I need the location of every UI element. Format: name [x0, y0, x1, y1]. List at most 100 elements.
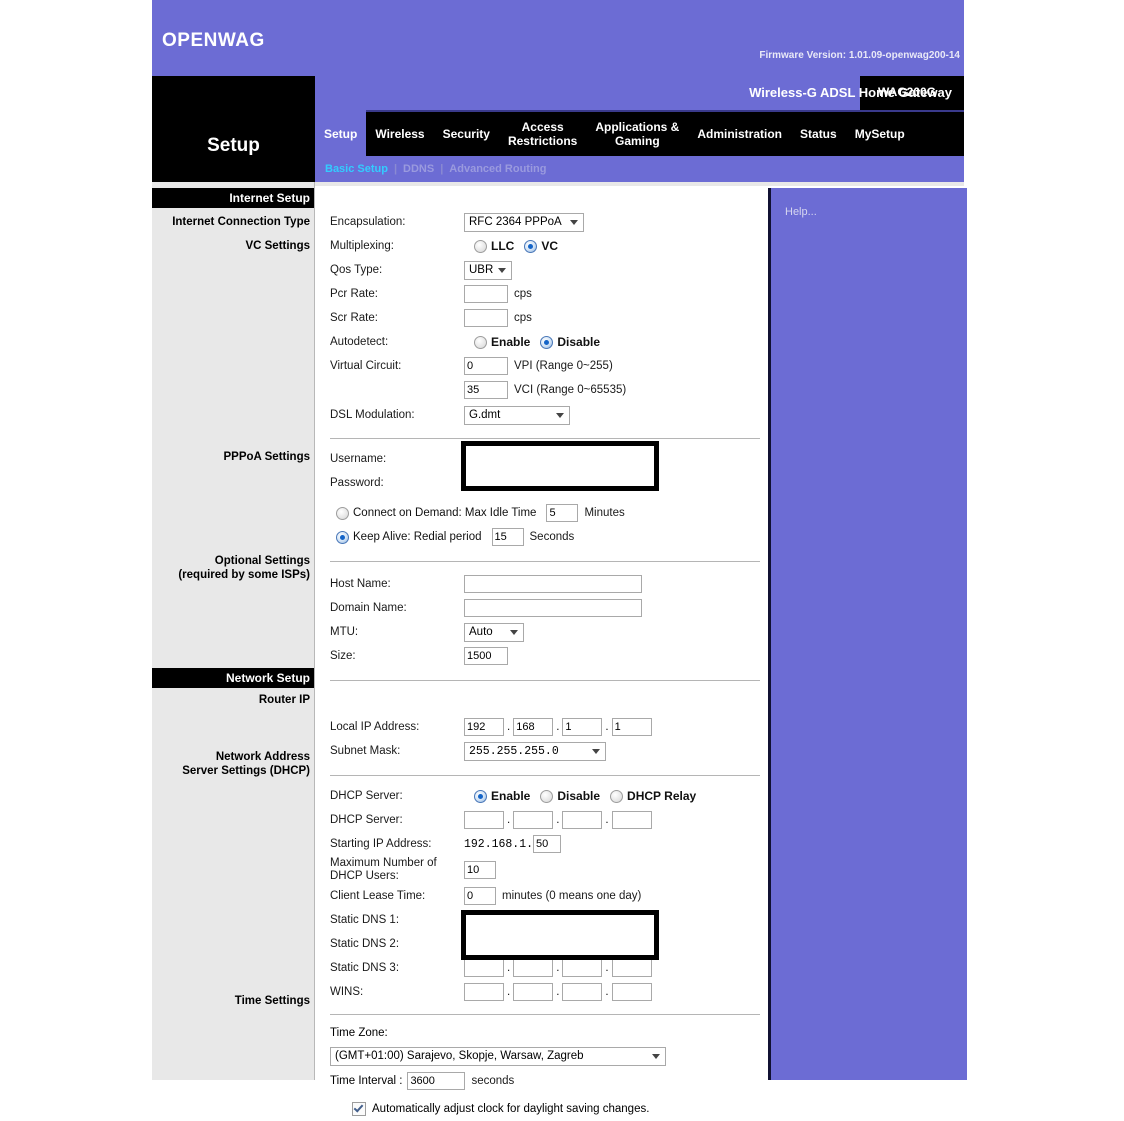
radio-dhcp-relay[interactable]: DHCP Relay [610, 789, 696, 803]
static-dns3-octet-4[interactable] [611, 959, 652, 977]
subnav-item-ddns[interactable]: DDNS [397, 163, 440, 175]
dhcp-group: DHCP Server: Enable Disable DHCP Relay D… [330, 776, 760, 1004]
radio-dhcp-disable[interactable]: Disable [540, 789, 600, 803]
sidebar-item-network-address: Network Address Server Settings (DHCP) [182, 751, 310, 778]
wins-octet-4[interactable] [611, 983, 652, 1001]
time-interval-input[interactable] [407, 1072, 466, 1090]
client-lease-time-input[interactable] [464, 887, 496, 905]
starting-ip-input[interactable] [533, 835, 562, 853]
sidebar-item-pppoa-settings: PPPoA Settings [223, 451, 310, 463]
static-dns3-octet-1[interactable] [464, 959, 504, 977]
size-input[interactable] [464, 647, 508, 665]
help-text[interactable]: Help... [771, 188, 967, 218]
label-static-dns-3: Static DNS 3: [330, 962, 400, 974]
tab-access-restrictions[interactable]: Access Restrictions [498, 112, 587, 158]
radio-dot-icon [474, 335, 487, 349]
row-time-zone-select: (GMT+01:00) Sarajevo, Skopje, Warsaw, Za… [330, 1043, 760, 1069]
subnav-item-basic-setup[interactable]: Basic Setup [319, 163, 394, 175]
label-static-dns-2: Static DNS 2: [330, 938, 400, 950]
tab-mysetup[interactable]: MySetup [845, 112, 914, 158]
dhcp-relay-octet-2[interactable] [513, 811, 554, 829]
tab-area: Setup Wireless Security Access Restrictions… [315, 110, 964, 182]
scr-rate-input[interactable] [464, 309, 508, 327]
label-multiplexing: Multiplexing: [330, 240, 394, 252]
row-daylight-saving: Automatically adjust clock for daylight … [330, 1097, 760, 1121]
label-encapsulation: Encapsulation: [330, 216, 406, 228]
label-pcr-rate: Pcr Rate: [330, 288, 378, 300]
local-ip-octet-2[interactable] [513, 718, 554, 736]
row-time-zone-label: Time Zone: [330, 1023, 760, 1043]
dhcp-relay-octet-3[interactable] [562, 811, 603, 829]
dsl-modulation-select[interactable]: G.dmt [464, 405, 570, 425]
static-dns3-octet-3[interactable] [562, 959, 603, 977]
router-ip-group: Local IP Address: . . . Subnet Mask: 255… [330, 681, 760, 763]
vpi-hint: VPI (Range 0~255) [514, 360, 613, 372]
local-ip-octet-4[interactable] [611, 718, 652, 736]
chevron-down-icon [498, 268, 506, 273]
row-scr-rate: Scr Rate: cps [330, 306, 760, 330]
label-scr-rate: Scr Rate: [330, 312, 378, 324]
radio-label-enable: Enable [491, 335, 531, 349]
radio-autodetect-disable[interactable]: Disable [540, 335, 600, 349]
vpi-input[interactable] [464, 357, 508, 375]
row-subnet-mask: Subnet Mask: 255.255.255.0 [330, 739, 760, 763]
encapsulation-select[interactable]: RFC 2364 PPPoA [464, 212, 584, 232]
radio-autodetect-enable[interactable]: Enable [474, 335, 530, 349]
ip-dot: . [507, 962, 511, 974]
row-client-lease-time: Client Lease Time: minutes (0 means one … [330, 884, 760, 908]
time-zone-value: (GMT+01:00) Sarajevo, Skopje, Warsaw, Za… [335, 1050, 584, 1062]
pcr-rate-input[interactable] [464, 285, 508, 303]
row-wins: WINS: . . . [330, 980, 760, 1004]
pcr-rate-unit: cps [514, 288, 532, 300]
chevron-down-icon [510, 630, 518, 635]
radio-multiplexing-llc[interactable]: LLC [474, 239, 514, 253]
radio-dhcp-enable[interactable]: Enable [474, 789, 530, 803]
chevron-down-icon [652, 1054, 660, 1059]
subnav-item-advanced-routing[interactable]: Advanced Routing [443, 163, 552, 175]
wins-octet-3[interactable] [562, 983, 603, 1001]
tab-wireless[interactable]: Wireless [366, 112, 434, 158]
mtu-select[interactable]: Auto [464, 622, 524, 642]
ip-dot: . [605, 814, 609, 826]
label-starting-ip: Starting IP Address: [330, 838, 432, 850]
subnet-mask-select[interactable]: 255.255.255.0 [464, 741, 606, 761]
max-idle-time-input[interactable] [546, 504, 579, 522]
row-local-ip: Local IP Address: . . . [330, 715, 760, 739]
label-static-dns-1: Static DNS 1: [330, 914, 400, 926]
local-ip-octet-3[interactable] [562, 718, 603, 736]
vci-input[interactable] [464, 381, 508, 399]
domain-name-input[interactable] [464, 599, 642, 617]
sidebar: Internet Setup Internet Connection Type … [152, 182, 315, 1080]
checkbox-checked-icon[interactable] [352, 1102, 366, 1116]
row-multiplexing: Multiplexing: LLC VC [330, 234, 760, 258]
pppoa-group: Username: Password: Connect on Demand: M… [330, 439, 760, 549]
sidebar-item-vc-settings: VC Settings [245, 240, 310, 252]
local-ip-octet-1[interactable] [464, 718, 504, 736]
radio-connect-on-demand[interactable]: Connect on Demand: Max Idle Time [336, 506, 536, 520]
wins-octet-2[interactable] [513, 983, 554, 1001]
daylight-saving-checkbox-wrap[interactable]: Automatically adjust clock for daylight … [352, 1102, 649, 1116]
host-name-input[interactable] [464, 575, 642, 593]
dsl-modulation-value: G.dmt [469, 409, 501, 421]
time-zone-select[interactable]: (GMT+01:00) Sarajevo, Skopje, Warsaw, Za… [330, 1046, 666, 1066]
dhcp-relay-octet-1[interactable] [464, 811, 504, 829]
radio-dot-icon [336, 506, 349, 520]
redial-period-input[interactable] [491, 528, 524, 546]
dhcp-relay-octet-4[interactable] [611, 811, 652, 829]
radio-label-llc: LLC [491, 239, 515, 253]
radio-multiplexing-vc[interactable]: VC [524, 239, 558, 253]
tab-administration[interactable]: Administration [688, 112, 792, 158]
qos-type-select[interactable]: UBR [464, 260, 512, 280]
starting-ip-prefix: 192.168.1. [464, 837, 534, 851]
max-dhcp-users-input[interactable] [464, 861, 496, 879]
row-size: Size: [330, 644, 760, 668]
wins-octet-1[interactable] [464, 983, 504, 1001]
ip-dot: . [556, 986, 560, 998]
product-title-bar: Wireless-G ADSL Home Gateway WAG200G [152, 76, 964, 110]
tab-applications-gaming[interactable]: Applications & Gaming [586, 112, 689, 158]
tab-security[interactable]: Security [433, 112, 499, 158]
tab-setup[interactable]: Setup [315, 110, 367, 158]
static-dns3-octet-2[interactable] [513, 959, 554, 977]
tab-status[interactable]: Status [791, 112, 846, 158]
radio-keep-alive[interactable]: Keep Alive: Redial period [336, 530, 482, 544]
